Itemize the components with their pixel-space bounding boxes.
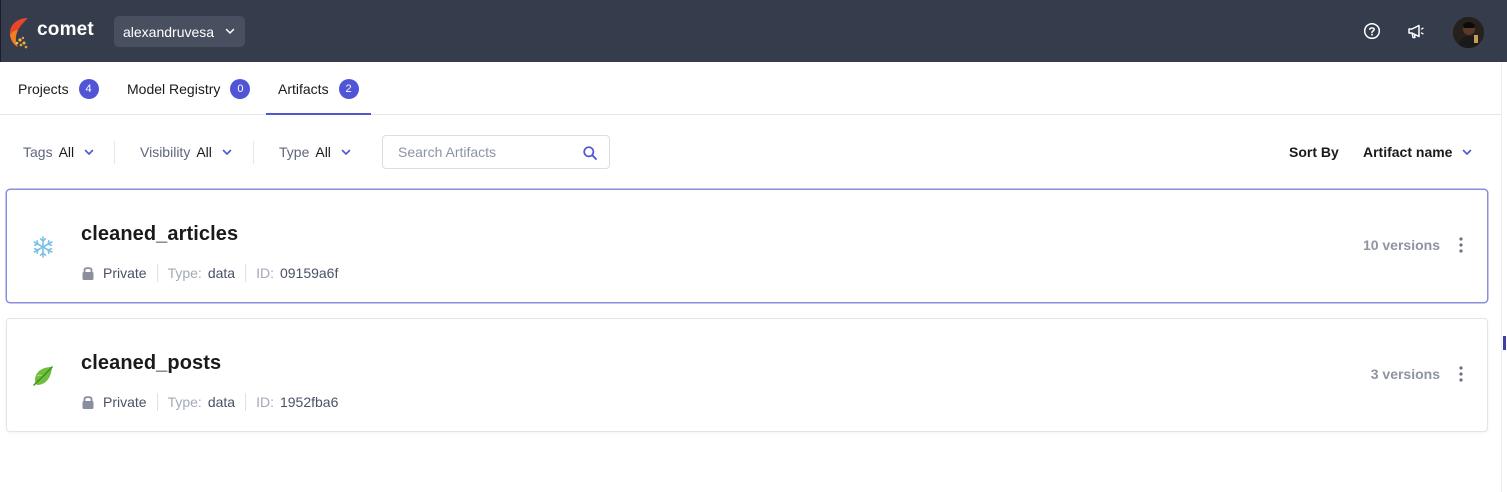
type-filter-label: Type (279, 144, 310, 160)
id-key: ID: (256, 265, 274, 281)
snowflake-icon (33, 236, 53, 258)
sort-by-value: Artifact name (1363, 144, 1453, 160)
visibility-value: Private (103, 265, 147, 281)
avatar-image-icon (1453, 17, 1484, 48)
sort-by-dropdown[interactable]: Artifact name (1363, 144, 1473, 160)
tab-count-badge: 4 (78, 78, 99, 99)
tab-label: Projects (18, 80, 69, 97)
visibility-value: Private (103, 394, 147, 410)
meta-divider (156, 264, 158, 282)
workspace-name: alexandruvesa (123, 23, 215, 40)
tags-filter-value: All (58, 144, 75, 160)
meta-divider (245, 264, 247, 282)
chevron-down-icon (225, 28, 235, 34)
type-filter[interactable]: Type All (279, 142, 352, 162)
top-navigation-bar: comet alexandruvesa (0, 0, 1507, 62)
comet-logo-icon[interactable] (6, 14, 36, 50)
tags-filter[interactable]: Tags All (23, 142, 95, 162)
meta-divider (245, 393, 247, 411)
window-edge (0, 0, 1, 62)
id-key: ID: (256, 394, 274, 410)
chevron-down-icon (341, 149, 351, 155)
workspace-selector[interactable]: alexandruvesa (114, 16, 245, 47)
tab-model-registry[interactable]: Model Registry 0 (127, 62, 251, 115)
more-options-icon[interactable] (1457, 365, 1465, 383)
megaphone-icon[interactable] (1405, 20, 1427, 42)
tab-count-badge: 2 (338, 78, 359, 99)
type-key: Type: (167, 265, 202, 281)
tab-artifacts[interactable]: Artifacts 2 (266, 62, 371, 115)
visibility-filter-label: Visibility (140, 144, 191, 160)
type-value: data (207, 265, 236, 281)
chevron-down-icon (222, 149, 232, 155)
id-value: 1952fba6 (279, 394, 339, 410)
search-artifacts-input[interactable]: Search Artifacts (382, 135, 610, 169)
lock-icon (82, 267, 94, 280)
filter-divider (253, 141, 254, 164)
chevron-down-icon (84, 149, 94, 155)
lock-icon (82, 396, 94, 409)
brand-name[interactable]: comet (37, 19, 94, 41)
artifact-card[interactable]: cleaned_posts Private Type: data ID: 195… (6, 318, 1488, 432)
chevron-down-icon (1463, 149, 1472, 155)
meta-divider (156, 393, 158, 411)
type-value: data (207, 394, 236, 410)
versions-count[interactable]: 3 versions (1371, 366, 1440, 382)
user-avatar[interactable] (1453, 17, 1484, 48)
help-icon[interactable] (1361, 20, 1383, 42)
artifact-meta: Private Type: data ID: 09159a6f (81, 263, 338, 283)
tab-count-badge: 0 (230, 78, 251, 99)
tags-filter-label: Tags (23, 144, 53, 160)
tab-projects[interactable]: Projects 4 (18, 62, 99, 115)
more-options-icon[interactable] (1457, 236, 1465, 254)
sort-by-label: Sort By (1289, 144, 1339, 160)
versions-count[interactable]: 10 versions (1363, 237, 1440, 253)
artifact-card[interactable]: cleaned_articles Private Type: data ID: … (6, 189, 1488, 303)
search-icon[interactable] (582, 145, 598, 161)
leaf-icon (33, 366, 53, 386)
visibility-filter-value: All (196, 144, 212, 160)
artifact-meta: Private Type: data ID: 1952fba6 (81, 392, 338, 412)
scrollbar-track[interactable] (1501, 62, 1507, 492)
artifact-name[interactable]: cleaned_articles (81, 223, 238, 246)
type-filter-value: All (315, 144, 331, 160)
id-value: 09159a6f (279, 265, 339, 281)
scrollbar-marker (1503, 336, 1506, 350)
search-placeholder: Search Artifacts (398, 144, 497, 160)
tab-label: Model Registry (127, 80, 221, 97)
filter-divider (114, 141, 115, 164)
type-key: Type: (167, 394, 202, 410)
tab-label: Artifacts (278, 80, 329, 97)
visibility-filter[interactable]: Visibility All (140, 142, 233, 162)
artifact-name[interactable]: cleaned_posts (81, 352, 221, 375)
section-tabs: Projects 4 Model Registry 0 Artifacts 2 (0, 62, 1507, 115)
